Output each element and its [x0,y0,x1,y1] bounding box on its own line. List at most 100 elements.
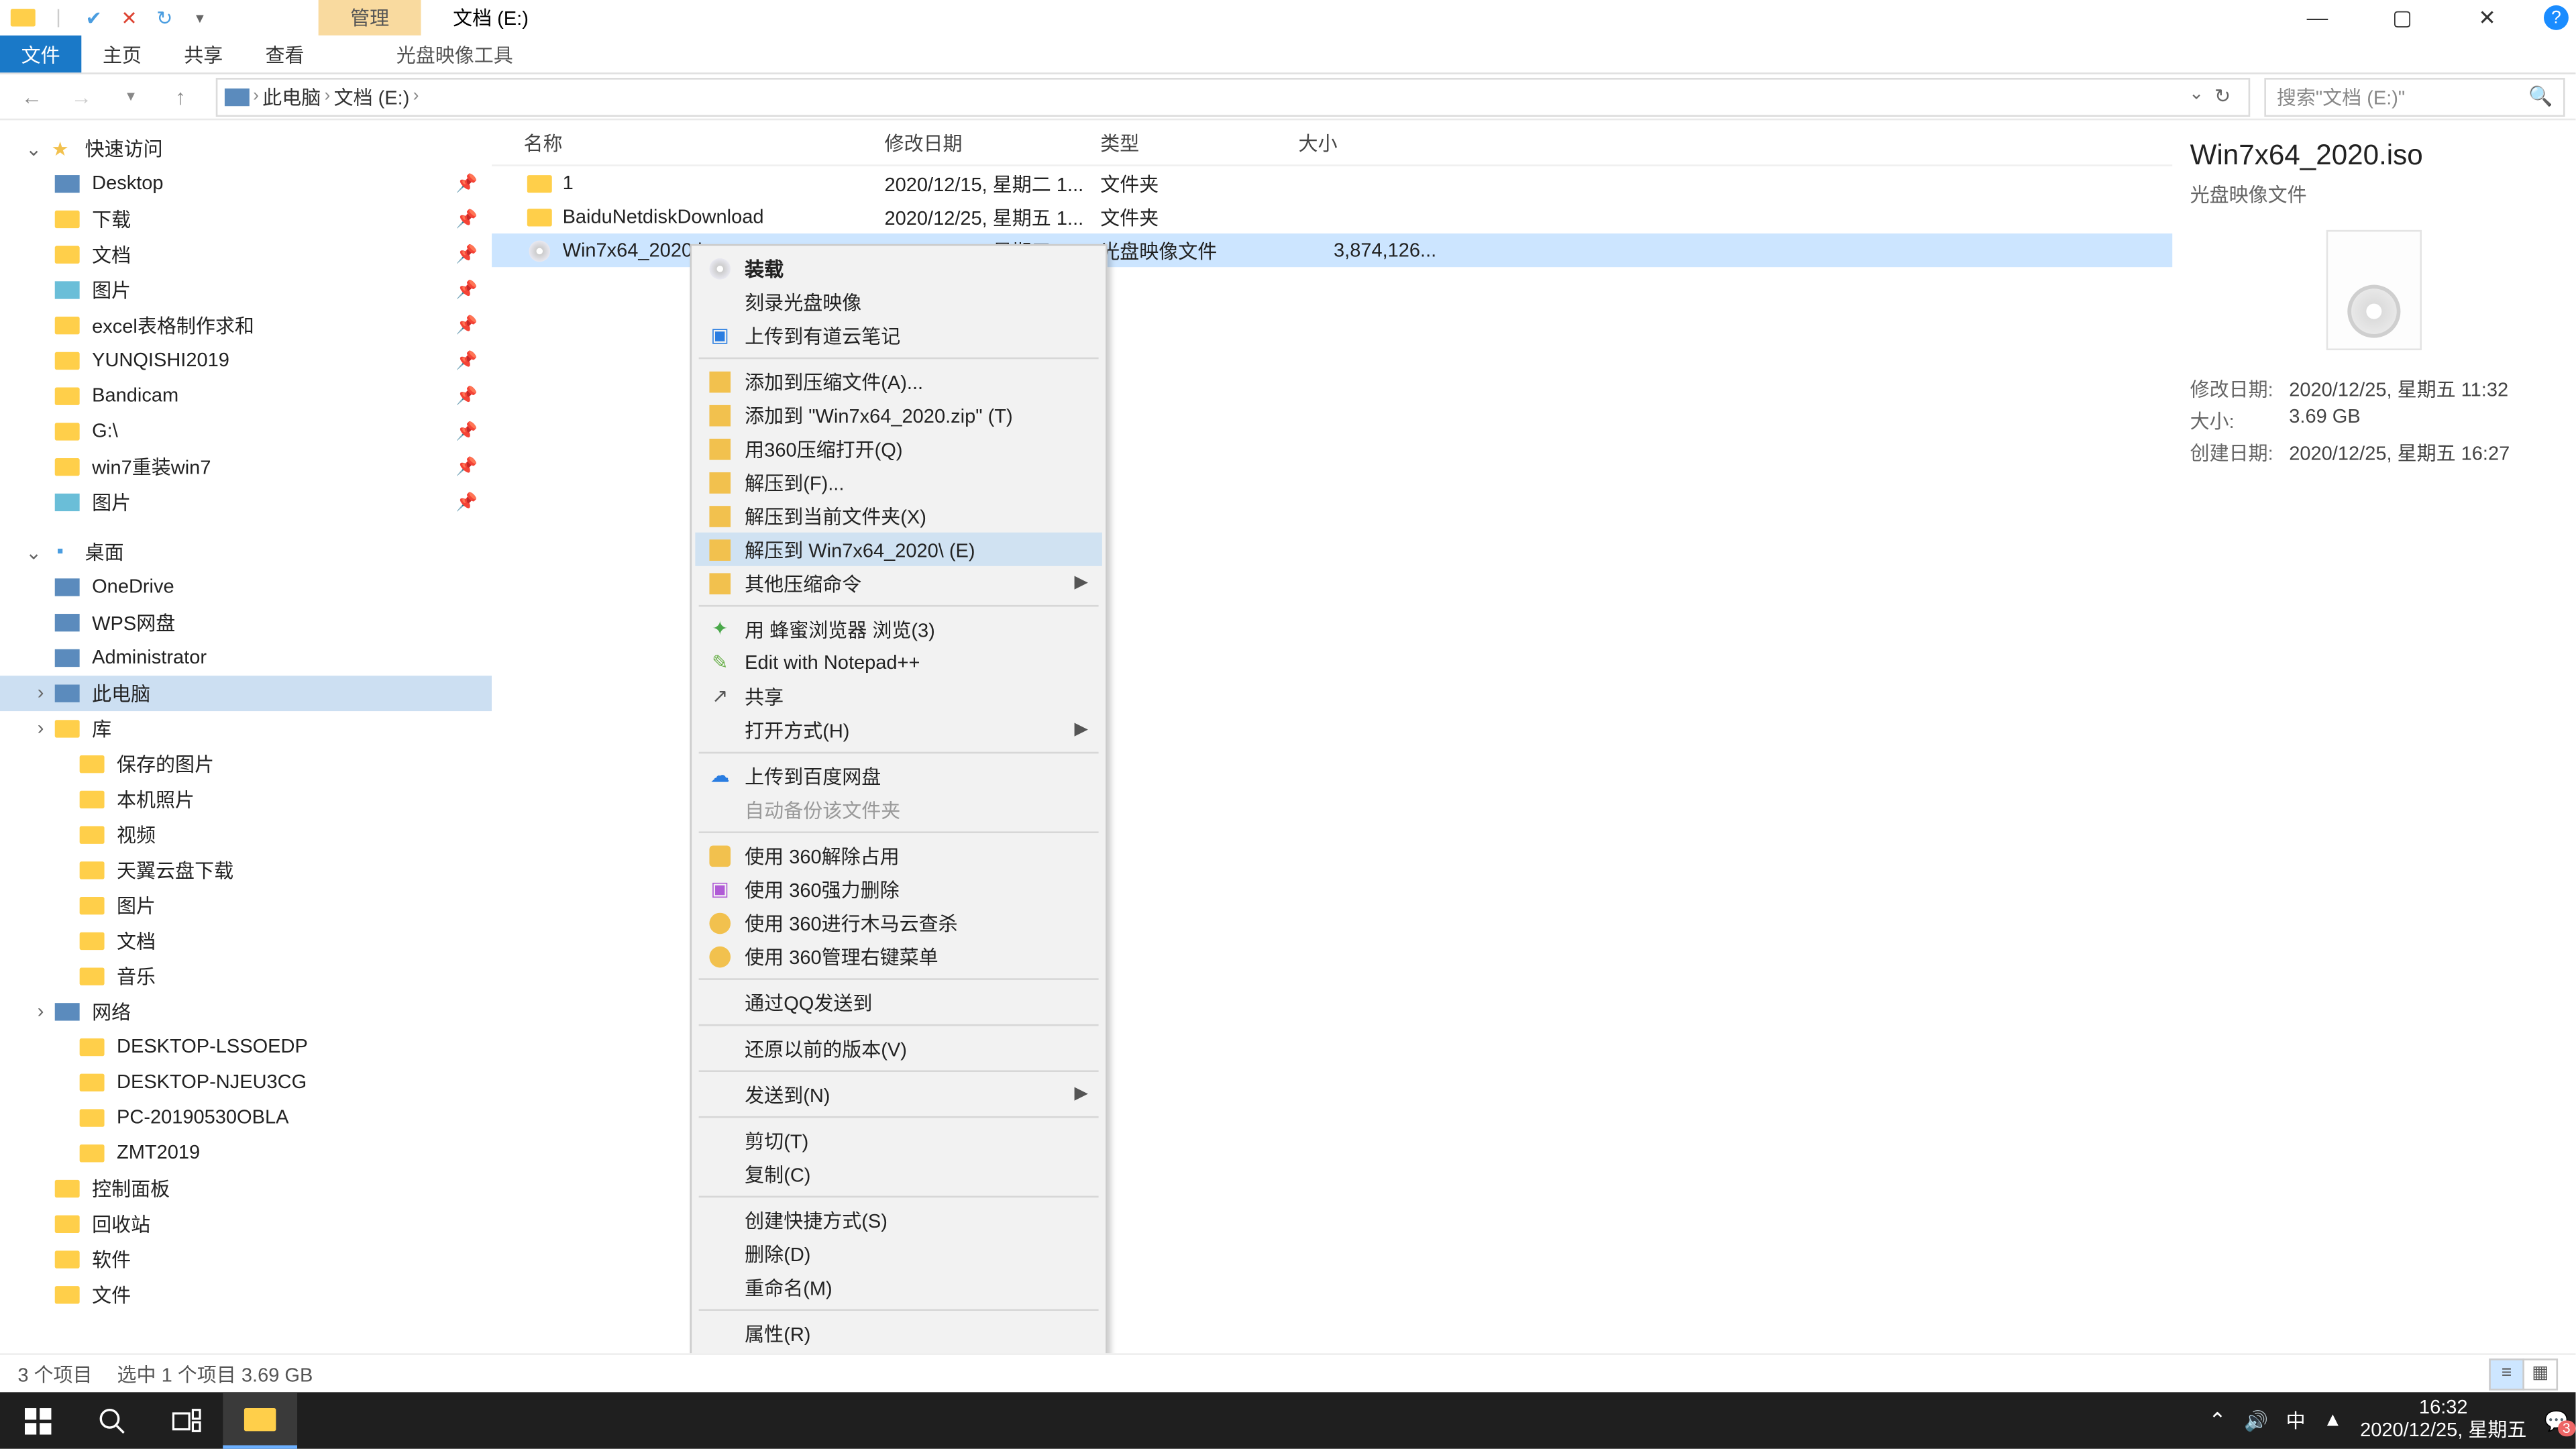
file-row[interactable]: 12020/12/15, 星期二 1...文件夹 [492,166,2172,200]
menu-item[interactable]: 剪切(T) [695,1123,1102,1157]
col-type[interactable]: 类型 [1100,128,1298,156]
menu-item[interactable]: 删除(D) [695,1236,1102,1270]
nav-item[interactable]: Bandicam📌 [0,378,492,414]
nav-item[interactable]: ›此电脑 [0,676,492,711]
nav-item[interactable]: 图片 [0,888,492,924]
menu-item[interactable]: 使用 360解除占用 [695,839,1102,872]
nav-item[interactable]: YUNQISHI2019📌 [0,343,492,379]
minimize-button[interactable]: — [2289,0,2345,36]
menu-item[interactable]: ✦用 蜂蜜浏览器 浏览(3) [695,612,1102,645]
menu-item[interactable]: 使用 360进行木马云查杀 [695,906,1102,939]
tray-notifications-icon[interactable]: 💬3 [2544,1409,2569,1432]
menu-item[interactable]: ▣上传到有道云笔记 [695,319,1102,352]
nav-item[interactable]: 文档📌 [0,237,492,272]
col-size[interactable]: 大小 [1299,128,1458,156]
menu-item[interactable]: 创建快捷方式(S) [695,1203,1102,1236]
menu-item[interactable]: 添加到压缩文件(A)... [695,364,1102,398]
menu-item[interactable]: 装载 [695,251,1102,284]
menu-item[interactable]: ☁上传到百度网盘 [695,759,1102,792]
maximize-button[interactable]: ▢ [2374,0,2430,36]
nav-item[interactable]: 天翼云盘下载 [0,853,492,888]
nav-item[interactable]: win7重装win7📌 [0,449,492,485]
nav-item[interactable]: 文档 [0,924,492,959]
nav-item[interactable]: 控制面板 [0,1171,492,1207]
forward-button[interactable]: → [60,77,103,116]
menu-item[interactable]: 添加到 "Win7x64_2020.zip" (T) [695,398,1102,431]
nav-item[interactable]: PC-20190530OBLA [0,1100,492,1136]
nav-item[interactable]: Administrator [0,641,492,676]
menu-item[interactable]: 通过QQ发送到 [695,985,1102,1019]
tab-file[interactable]: 文件 [0,36,81,72]
check-icon[interactable]: ✔ [78,2,109,34]
menu-item[interactable]: ✎Edit with Notepad++ [695,646,1102,680]
menu-item[interactable]: ↗共享 [695,680,1102,713]
nav-item[interactable]: 图片📌 [0,485,492,521]
tab-disc-tools[interactable]: 光盘映像工具 [375,36,534,72]
view-details-button[interactable]: ≡ [2489,1358,2524,1389]
tab-share[interactable]: 共享 [163,36,244,72]
search-input[interactable]: 搜索"文档 (E:)" 🔍 [2264,77,2565,116]
up-button[interactable]: ↑ [159,77,201,116]
file-row[interactable]: BaiduNetdiskDownload2020/12/25, 星期五 1...… [492,200,2172,233]
tray-security-icon[interactable]: ▲ [2323,1410,2343,1432]
menu-item[interactable]: 解压到当前文件夹(X) [695,499,1102,533]
nav-item[interactable]: 软件 [0,1242,492,1277]
context-tab[interactable]: 管理 [319,0,421,36]
nav-item[interactable]: 保存的图片 [0,747,492,782]
nav-item[interactable]: 图片📌 [0,272,492,308]
recent-dropdown[interactable]: ▾ [109,77,152,116]
nav-item[interactable]: G:\📌 [0,414,492,449]
chevron-down-icon[interactable]: ⌄ [2189,85,2204,108]
menu-item[interactable]: 其他压缩命令▶ [695,566,1102,600]
search-icon[interactable]: 🔍 [2528,85,2553,108]
view-icons-button[interactable]: ▦ [2522,1358,2558,1389]
nav-item[interactable]: Desktop📌 [0,166,492,202]
nav-item[interactable]: 文件 [0,1277,492,1313]
nav-item[interactable]: excel表格制作求和📌 [0,308,492,343]
crumb-root[interactable]: 此电脑 [262,83,321,111]
nav-item[interactable]: ›网络 [0,994,492,1030]
menu-item[interactable]: ▣使用 360强力删除 [695,872,1102,906]
menu-item[interactable]: 使用 360管理右键菜单 [695,939,1102,973]
menu-item[interactable]: 还原以前的版本(V) [695,1031,1102,1065]
nav-item[interactable]: DESKTOP-LSSOEDP [0,1030,492,1065]
menu-item[interactable]: 解压到(F)... [695,466,1102,499]
nav-item[interactable]: OneDrive [0,570,492,605]
help-icon[interactable]: ? [2544,5,2569,30]
nav-item[interactable]: 回收站 [0,1206,492,1242]
menu-item[interactable]: 重命名(M) [695,1270,1102,1303]
nav-item[interactable]: DESKTOP-NJEU3CG [0,1065,492,1100]
menu-item[interactable]: 用360压缩打开(Q) [695,431,1102,465]
back-button[interactable]: ← [11,77,53,116]
tray-chevron-icon[interactable]: ⌃ [2208,1408,2226,1433]
nav-item[interactable]: 音乐 [0,959,492,994]
nav-item[interactable]: 视频 [0,817,492,853]
menu-item[interactable]: 属性(R) [695,1316,1102,1350]
tray-volume-icon[interactable]: 🔊 [2244,1409,2268,1432]
nav-item[interactable]: 本机照片 [0,782,492,818]
menu-item[interactable]: 刻录光盘映像 [695,285,1102,319]
menu-item[interactable]: 解压到 Win7x64_2020\ (E) [695,533,1102,566]
nav-item[interactable]: WPS网盘 [0,605,492,641]
col-name[interactable]: 名称 [492,128,884,156]
crumb-loc[interactable]: 文档 (E:) [334,83,410,111]
nav-item[interactable]: ZMT2019 [0,1136,492,1171]
tab-view[interactable]: 查看 [244,36,325,72]
task-view-button[interactable] [149,1392,223,1448]
refresh-icon[interactable]: ↻ [2214,85,2231,108]
start-button[interactable] [0,1392,74,1448]
breadcrumb[interactable]: › 此电脑 › 文档 (E:) › ⌄ ↻ [216,77,2251,116]
tray-clock[interactable]: 16:32 2020/12/25, 星期五 [2360,1397,2526,1444]
nav-quick-access[interactable]: ⌄★ 快速访问 [0,131,492,166]
nav-desktop-group[interactable]: ⌄▪ 桌面 [0,534,492,570]
tray-ime-icon[interactable]: 中 [2286,1406,2306,1434]
nav-item[interactable]: 下载📌 [0,202,492,237]
menu-item[interactable]: 发送到(N)▶ [695,1077,1102,1111]
close-red-icon[interactable]: ✕ [113,2,145,34]
nav-item[interactable]: ›库 [0,711,492,747]
col-date[interactable]: 修改日期 [885,128,1101,156]
search-button[interactable] [74,1392,149,1448]
explorer-taskbar-button[interactable] [223,1392,297,1448]
tab-home[interactable]: 主页 [81,36,162,72]
menu-item[interactable]: 复制(C) [695,1157,1102,1191]
